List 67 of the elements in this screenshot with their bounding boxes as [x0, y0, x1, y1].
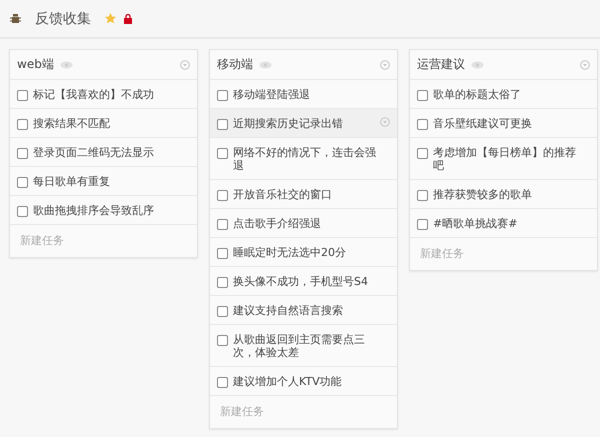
task-row[interactable]: 音乐壁纸建议可更换 — [410, 109, 597, 138]
checkbox[interactable] — [217, 277, 228, 288]
checkbox[interactable] — [417, 119, 428, 130]
task-text: 近期搜索历史记录出错 — [233, 117, 344, 130]
checkbox[interactable] — [17, 119, 28, 130]
checkbox[interactable] — [217, 248, 228, 259]
task-text: 搜索结果不匹配 — [33, 117, 111, 130]
list-title: web端 — [17, 56, 54, 73]
lock-icon[interactable] — [124, 14, 132, 24]
checkbox[interactable] — [17, 206, 28, 217]
task-text: 歌曲拖拽排序会导致乱序 — [33, 204, 155, 217]
task-text: 音乐壁纸建议可更换 — [433, 117, 533, 130]
task-row[interactable]: 标记【我喜欢的】不成功 — [10, 80, 197, 109]
task-text: #晒歌单挑战赛# — [433, 217, 518, 230]
task-text: 点击歌手介绍强退 — [233, 217, 322, 230]
task-row[interactable]: 建议支持自然语言搜索 — [210, 296, 397, 325]
task-text: 网络不好的情况下，连击会强退 — [233, 146, 377, 172]
task-row[interactable]: 换头像不成功，手机型号S4 — [210, 267, 397, 296]
task-row[interactable]: #晒歌单挑战赛# — [410, 209, 597, 238]
checkbox[interactable] — [17, 148, 28, 159]
task-row[interactable]: 建议增加个人KTV功能 — [210, 367, 397, 396]
task-row[interactable]: 搜索结果不匹配 — [10, 109, 197, 138]
task-text: 从歌曲返回到主页需要点三次，体验太差 — [233, 333, 366, 359]
task-row[interactable]: 开放音乐社交的窗口 — [210, 180, 397, 209]
project-title: 反馈收集 — [35, 10, 91, 28]
task-text: 歌单的标题太俗了 — [433, 88, 522, 101]
checkbox[interactable] — [17, 90, 28, 101]
checkbox[interactable] — [217, 90, 228, 101]
bug-icon — [10, 13, 21, 24]
checkbox[interactable] — [417, 148, 428, 159]
task-row[interactable]: 从歌曲返回到主页需要点三次，体验太差 — [210, 325, 397, 367]
checkbox[interactable] — [417, 219, 428, 230]
task-text: 开放音乐社交的窗口 — [233, 188, 333, 201]
checkbox[interactable] — [417, 190, 428, 201]
checkbox[interactable] — [217, 335, 228, 346]
task-text: 建议支持自然语言搜索 — [233, 304, 344, 317]
checkbox[interactable] — [217, 190, 228, 201]
task-text: 睡眠定时无法选中20分 — [233, 246, 347, 259]
task-row[interactable]: 近期搜索历史记录出错 — [210, 109, 397, 138]
task-text: 移动端登陆强退 — [233, 88, 311, 101]
checkbox[interactable] — [217, 148, 228, 159]
task-text: 建议增加个人KTV功能 — [233, 375, 343, 388]
checkbox[interactable] — [17, 177, 28, 188]
task-row[interactable]: 网络不好的情况下，连击会强退 — [210, 138, 397, 180]
task-text: 换头像不成功，手机型号S4 — [233, 275, 369, 288]
task-text: 推荐获赞较多的歌单 — [433, 188, 533, 201]
task-row[interactable]: 考虑增加【每日榜单】的推荐吧 — [410, 138, 597, 180]
task-row[interactable]: 移动端登陆强退 — [210, 80, 397, 109]
task-text: 标记【我喜欢的】不成功 — [33, 88, 155, 101]
task-text: 每日歌单有重复 — [33, 175, 111, 188]
task-row[interactable]: 每日歌单有重复 — [10, 167, 197, 196]
checkbox[interactable] — [217, 119, 228, 130]
task-row[interactable]: 歌单的标题太俗了 — [410, 80, 597, 109]
checkbox[interactable] — [217, 306, 228, 317]
list-title: 移动端 — [217, 56, 253, 73]
task-row[interactable]: 睡眠定时无法选中20分 — [210, 238, 397, 267]
checkbox[interactable] — [417, 90, 428, 101]
task-row[interactable]: 登录页面二维码无法显示 — [10, 138, 197, 167]
task-text: 登录页面二维码无法显示 — [33, 146, 155, 159]
task-row[interactable]: 推荐获赞较多的歌单 — [410, 180, 597, 209]
checkbox[interactable] — [217, 377, 228, 388]
task-row[interactable]: 歌曲拖拽排序会导致乱序 — [10, 196, 197, 225]
list-title: 运营建议 — [417, 56, 465, 73]
checkbox[interactable] — [217, 219, 228, 230]
task-row[interactable]: 点击歌手介绍强退 — [210, 209, 397, 238]
task-text: 考虑增加【每日榜单】的推荐吧 — [433, 146, 577, 172]
star-icon[interactable] — [105, 13, 116, 24]
